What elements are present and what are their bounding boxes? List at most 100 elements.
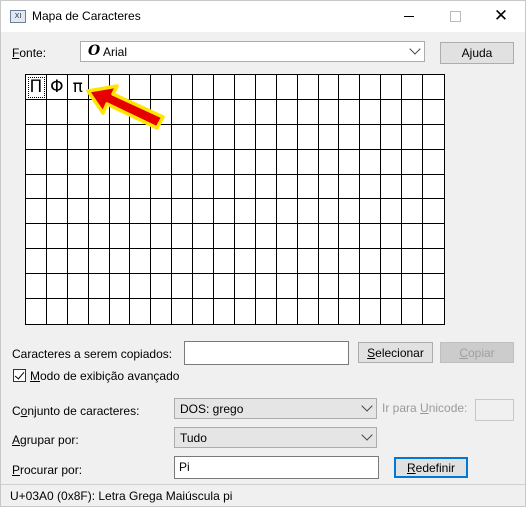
character-cell[interactable]	[110, 299, 131, 324]
character-cell[interactable]	[339, 75, 361, 100]
character-cell[interactable]	[318, 249, 340, 275]
character-cell[interactable]	[423, 249, 444, 275]
character-cell[interactable]	[46, 249, 68, 275]
character-cell[interactable]	[381, 75, 403, 100]
character-cell[interactable]	[381, 149, 403, 175]
character-cell[interactable]	[193, 149, 215, 175]
character-cell[interactable]	[255, 274, 277, 300]
character-cell[interactable]	[423, 199, 444, 225]
character-cell[interactable]	[151, 224, 173, 250]
close-button[interactable]: ✕	[478, 1, 524, 32]
character-cell[interactable]	[235, 299, 256, 324]
character-cell[interactable]	[26, 274, 47, 300]
character-cell[interactable]	[339, 149, 361, 175]
character-cell[interactable]: Φ	[46, 75, 68, 100]
character-cell[interactable]	[67, 149, 89, 175]
advanced-view-checkbox[interactable]	[13, 369, 26, 382]
character-cell[interactable]	[234, 224, 256, 250]
character-cell[interactable]	[360, 199, 382, 225]
character-cell[interactable]	[276, 99, 298, 125]
character-cell[interactable]	[234, 99, 256, 125]
character-cell[interactable]	[67, 174, 89, 200]
character-cell[interactable]	[423, 175, 444, 200]
character-cell[interactable]	[234, 274, 256, 300]
reset-button[interactable]: Redefinir	[394, 457, 468, 478]
character-cell[interactable]: Π	[26, 75, 47, 100]
select-button[interactable]: Selecionar	[358, 342, 433, 363]
character-cell[interactable]	[193, 249, 215, 275]
character-cell[interactable]	[46, 274, 68, 300]
character-cell[interactable]	[151, 249, 173, 275]
character-cell[interactable]	[46, 199, 68, 225]
character-cell[interactable]	[172, 224, 194, 250]
character-cell[interactable]	[89, 299, 110, 324]
character-cell[interactable]	[402, 99, 424, 125]
character-cell[interactable]	[402, 149, 424, 175]
charset-dropdown[interactable]: DOS: grego	[174, 398, 377, 419]
character-cell[interactable]	[26, 299, 47, 324]
character-cell[interactable]	[109, 274, 131, 300]
character-cell[interactable]	[360, 174, 382, 200]
character-cell[interactable]	[130, 224, 152, 250]
character-cell[interactable]	[172, 149, 194, 175]
character-cell[interactable]	[255, 174, 277, 200]
character-cell[interactable]	[130, 299, 152, 324]
group-by-dropdown[interactable]: Tudo	[174, 427, 377, 448]
character-cell[interactable]	[360, 99, 382, 125]
character-cell[interactable]	[214, 174, 235, 200]
character-cell[interactable]	[151, 174, 173, 200]
character-cell[interactable]	[423, 75, 444, 100]
character-cell[interactable]	[423, 299, 444, 324]
character-cell[interactable]	[318, 274, 340, 300]
character-cell[interactable]	[402, 224, 424, 250]
character-cell[interactable]	[151, 274, 173, 300]
character-cell[interactable]	[381, 299, 403, 324]
character-cell[interactable]	[130, 149, 152, 175]
character-cell[interactable]	[360, 75, 382, 100]
character-cell[interactable]	[276, 274, 298, 300]
character-cell[interactable]	[381, 274, 403, 300]
chars-to-copy-input[interactable]	[184, 341, 349, 365]
character-cell[interactable]	[255, 199, 277, 225]
character-cell[interactable]	[26, 149, 47, 175]
character-cell[interactable]	[255, 99, 277, 125]
character-cell[interactable]	[276, 149, 298, 175]
font-dropdown[interactable]: O Arial	[80, 41, 425, 62]
character-cell[interactable]	[360, 149, 382, 175]
character-cell[interactable]	[423, 150, 444, 175]
character-cell[interactable]	[277, 299, 298, 324]
character-cell[interactable]	[172, 299, 194, 324]
character-cell[interactable]	[151, 299, 173, 324]
character-cell[interactable]	[214, 149, 235, 175]
character-cell[interactable]	[26, 99, 47, 125]
character-cell[interactable]	[297, 199, 319, 225]
character-cell[interactable]	[214, 99, 235, 125]
character-cell[interactable]	[46, 124, 68, 150]
character-cell[interactable]	[402, 199, 424, 225]
character-cell[interactable]	[193, 199, 215, 225]
character-cell[interactable]	[193, 224, 215, 250]
character-cell[interactable]	[234, 124, 256, 150]
character-cell[interactable]	[318, 224, 340, 250]
character-cell[interactable]	[151, 199, 173, 225]
character-cell[interactable]	[46, 99, 68, 125]
character-cell[interactable]	[193, 75, 215, 100]
character-cell[interactable]	[88, 274, 110, 300]
character-cell[interactable]	[423, 125, 444, 150]
character-cell[interactable]	[172, 75, 194, 100]
character-cell[interactable]	[297, 149, 319, 175]
character-cell[interactable]	[172, 99, 194, 125]
character-cell[interactable]	[297, 75, 319, 100]
character-cell[interactable]	[319, 299, 340, 324]
character-cell[interactable]	[339, 174, 361, 200]
character-cell[interactable]	[297, 274, 319, 300]
character-cell[interactable]	[172, 274, 194, 300]
character-cell[interactable]	[381, 174, 403, 200]
character-cell[interactable]	[318, 124, 340, 150]
character-cell[interactable]	[339, 274, 361, 300]
search-input[interactable]: Pi	[174, 456, 379, 479]
character-cell[interactable]	[234, 249, 256, 275]
character-cell[interactable]	[318, 75, 340, 100]
character-cell[interactable]	[402, 249, 424, 275]
character-cell[interactable]	[67, 274, 89, 300]
